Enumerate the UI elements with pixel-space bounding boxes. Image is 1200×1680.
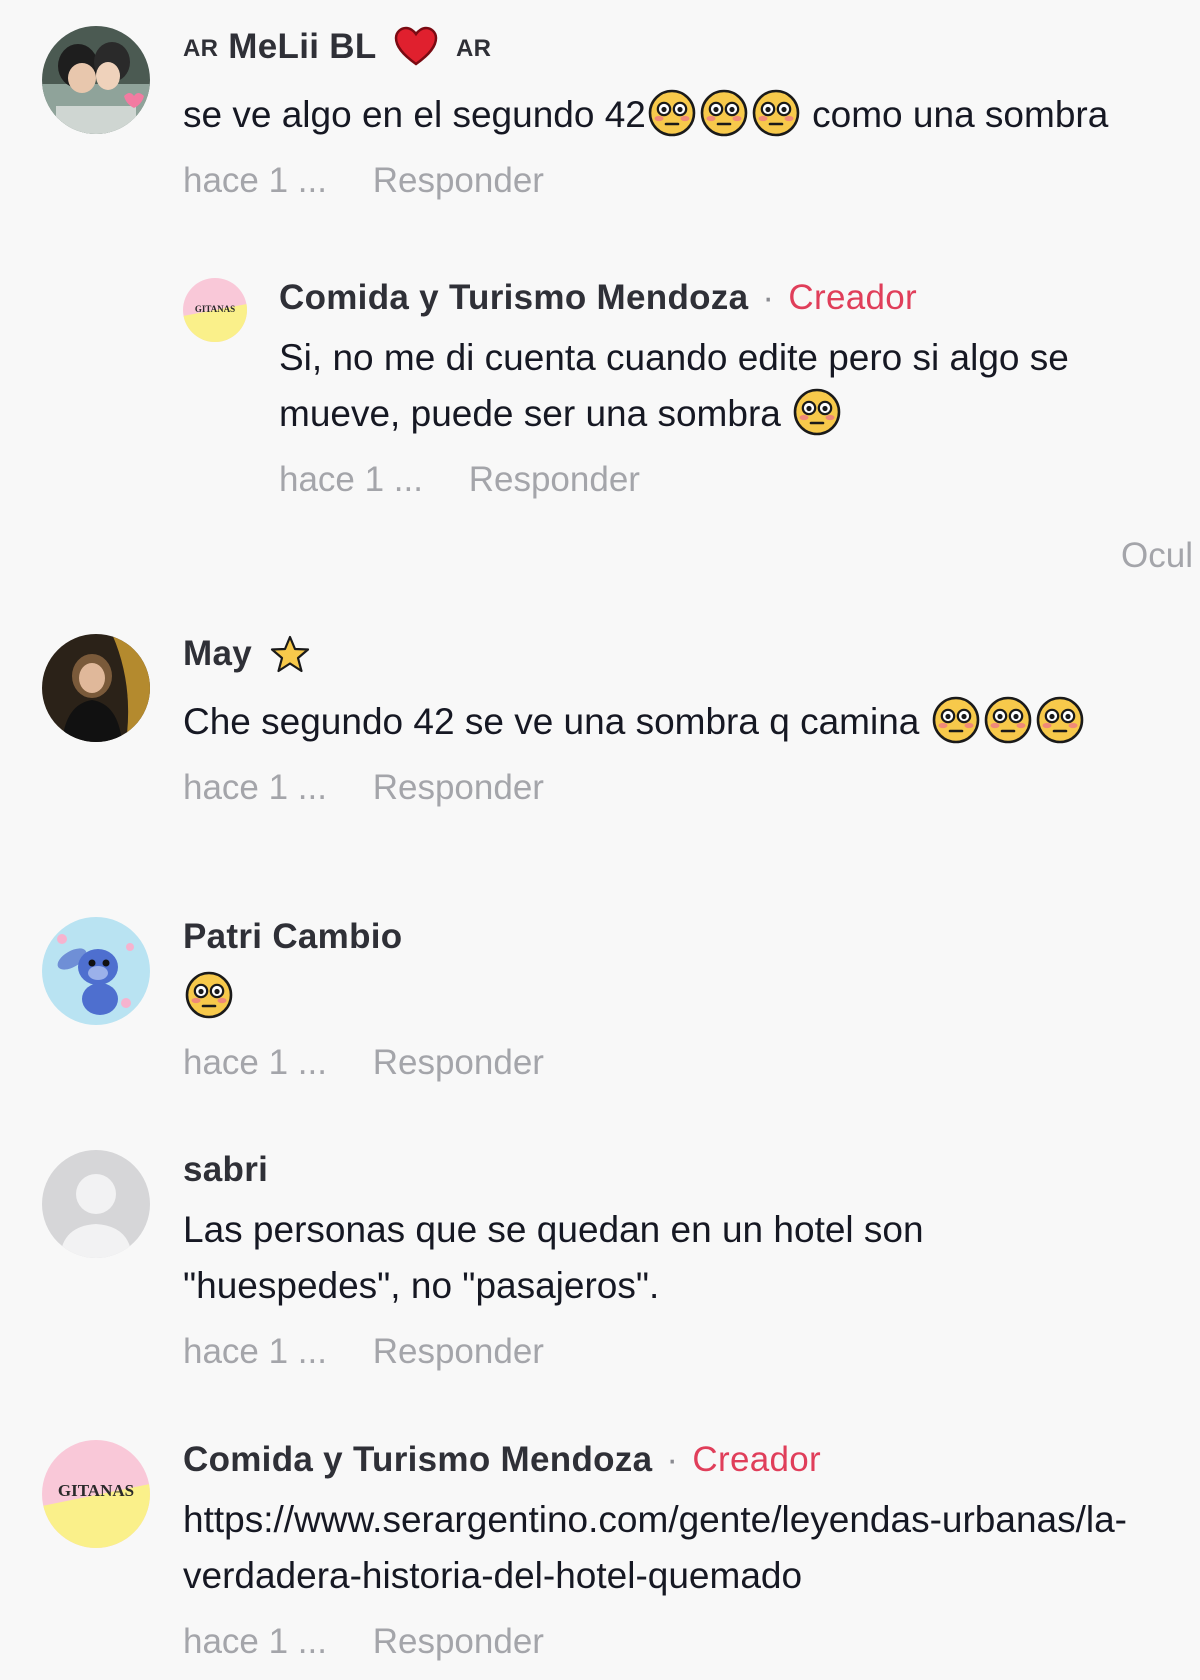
comment-meta: hace 1 ... Responder (183, 1043, 1200, 1083)
flag-prefix: AR (183, 35, 219, 62)
comment-body: Comida y Turismo Mendoza · Creador https… (183, 1440, 1200, 1662)
reply-button[interactable]: Responder (373, 1622, 544, 1661)
timestamp: hace 1 ... (279, 460, 423, 499)
timestamp: hace 1 ... (183, 161, 327, 200)
flushed-face-emoji (752, 89, 800, 137)
reply-button[interactable]: Responder (373, 1043, 544, 1082)
svg-text:GITANAS: GITANAS (195, 304, 235, 314)
comment-body: May Che segundo 42 se ve una sombra q ca… (183, 634, 1200, 808)
reply-text: Si, no me di cuenta cuando edite pero si… (279, 330, 1179, 442)
flushed-face-emoji (1036, 696, 1084, 744)
author-separator: · (666, 1440, 679, 1479)
avatar[interactable] (42, 634, 150, 742)
reply-body: Comida y Turismo Mendoza · Creador Si, n… (279, 278, 1200, 500)
timestamp: hace 1 ... (183, 1043, 327, 1082)
avatar[interactable] (42, 26, 150, 134)
flushed-face-emoji (648, 89, 696, 137)
author-name[interactable]: sabri (183, 1150, 268, 1189)
timestamp: hace 1 ... (183, 1332, 327, 1371)
svg-text:GITANAS: GITANAS (58, 1481, 134, 1500)
avatar[interactable] (42, 917, 150, 1025)
creator-badge: Creador (692, 1440, 821, 1479)
author-name[interactable]: Patri Cambio (183, 917, 402, 956)
flag-suffix: AR (455, 35, 492, 62)
comment-text: Che segundo 42 se ve una sombra q camina (183, 694, 1183, 750)
author-line: Comida y Turismo Mendoza · Creador (183, 1440, 1200, 1480)
comment-link[interactable]: https://www.serargentino.com/gente/leyen… (183, 1492, 1183, 1604)
comment-meta: hace 1 ... Responder (183, 1332, 1200, 1372)
default-user-avatar[interactable] (42, 1150, 150, 1258)
timestamp: hace 1 ... (183, 1622, 327, 1661)
author-name[interactable]: Comida y Turismo Mendoza (279, 278, 748, 317)
comment-text-part: se ve algo en el segundo 42 (183, 94, 646, 135)
author-line: Patri Cambio (183, 917, 1200, 957)
reply-button[interactable]: Responder (373, 1332, 544, 1371)
author-name[interactable]: May (183, 634, 252, 673)
reply-button[interactable]: Responder (373, 768, 544, 807)
comment-meta: hace 1 ... Responder (183, 1622, 1200, 1662)
comment-text-part: Che segundo 42 se ve una sombra q camina (183, 701, 920, 742)
author-line: Comida y Turismo Mendoza · Creador (279, 278, 1200, 318)
comment-text-part: como una sombra (801, 94, 1109, 135)
comment-text-part[interactable]: https://www.serargentino.com/gente/leyen… (183, 1499, 1127, 1596)
creator-badge: Creador (788, 278, 917, 317)
reply-button[interactable]: Responder (373, 161, 544, 200)
author-line: sabri (183, 1150, 1200, 1190)
hide-replies-link[interactable]: Ocul (1121, 536, 1193, 576)
flushed-face-emoji (700, 89, 748, 137)
reply-meta: hace 1 ... Responder (279, 460, 1200, 500)
author-line: May (183, 634, 1200, 682)
red-heart-icon (394, 26, 438, 75)
star-icon (270, 635, 310, 682)
flushed-face-emoji (793, 388, 841, 436)
comment-body: Patri Cambio hace 1 ... Responder (183, 917, 1200, 1083)
author-line: AR MeLii BL AR (183, 26, 1200, 75)
flushed-face-emoji (932, 696, 980, 744)
timestamp: hace 1 ... (183, 768, 327, 807)
avatar[interactable]: GITANAS (183, 278, 247, 342)
avatar[interactable]: GITANAS (42, 1440, 150, 1548)
reply-button[interactable]: Responder (469, 460, 640, 499)
comment-text-part: Las personas que se quedan en un hotel s… (183, 1209, 924, 1306)
comment-meta: hace 1 ... Responder (183, 768, 1200, 808)
flushed-face-emoji (984, 696, 1032, 744)
comment-meta: hace 1 ... Responder (183, 161, 1200, 201)
comment-text: se ve algo en el segundo 42 como una som… (183, 87, 1123, 143)
comment-text (183, 969, 1200, 1025)
flushed-face-emoji (185, 971, 233, 1019)
author-name[interactable]: Comida y Turismo Mendoza (183, 1440, 652, 1479)
comment-body: sabri Las personas que se quedan en un h… (183, 1150, 1200, 1372)
comment-text: Las personas que se quedan en un hotel s… (183, 1202, 1083, 1314)
author-name[interactable]: MeLii BL (228, 27, 376, 66)
author-separator: · (762, 278, 775, 317)
reply-text-part: Si, no me di cuenta cuando edite pero si… (279, 337, 1069, 434)
comment-body: AR MeLii BL AR se ve algo en el segundo … (183, 26, 1200, 201)
